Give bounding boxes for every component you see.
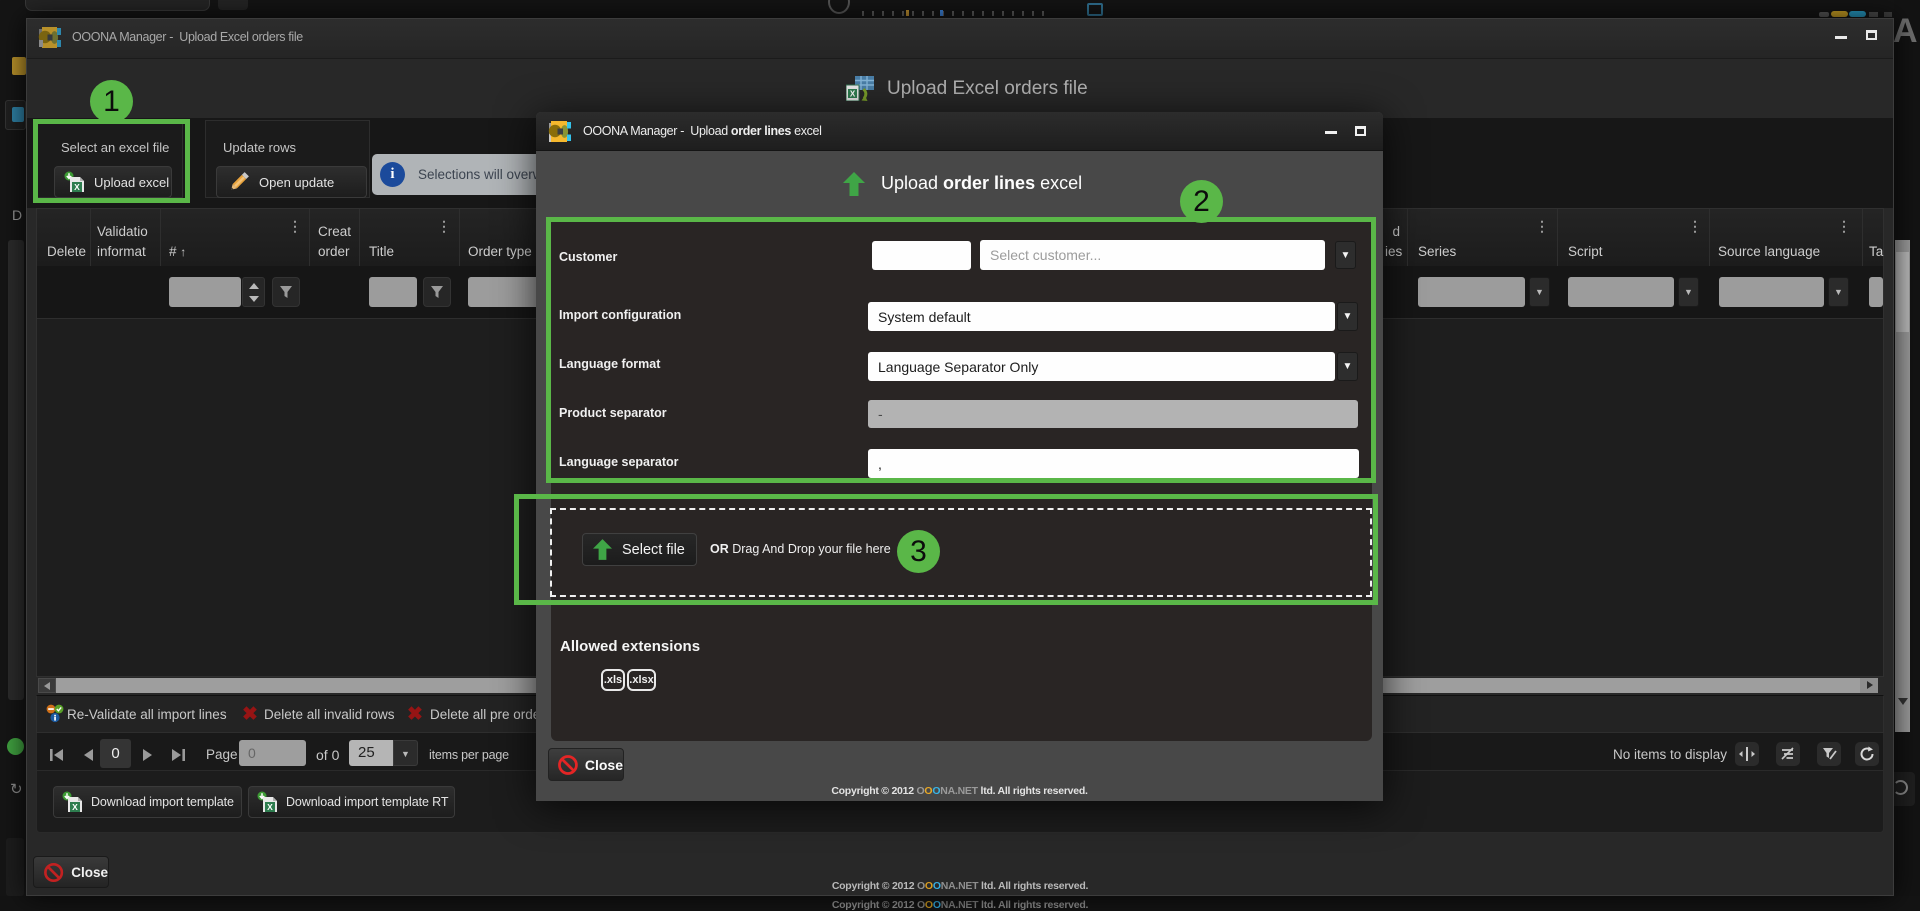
- svg-text:X: X: [267, 802, 273, 812]
- svg-text:X: X: [72, 802, 78, 812]
- svg-text:X: X: [850, 90, 856, 99]
